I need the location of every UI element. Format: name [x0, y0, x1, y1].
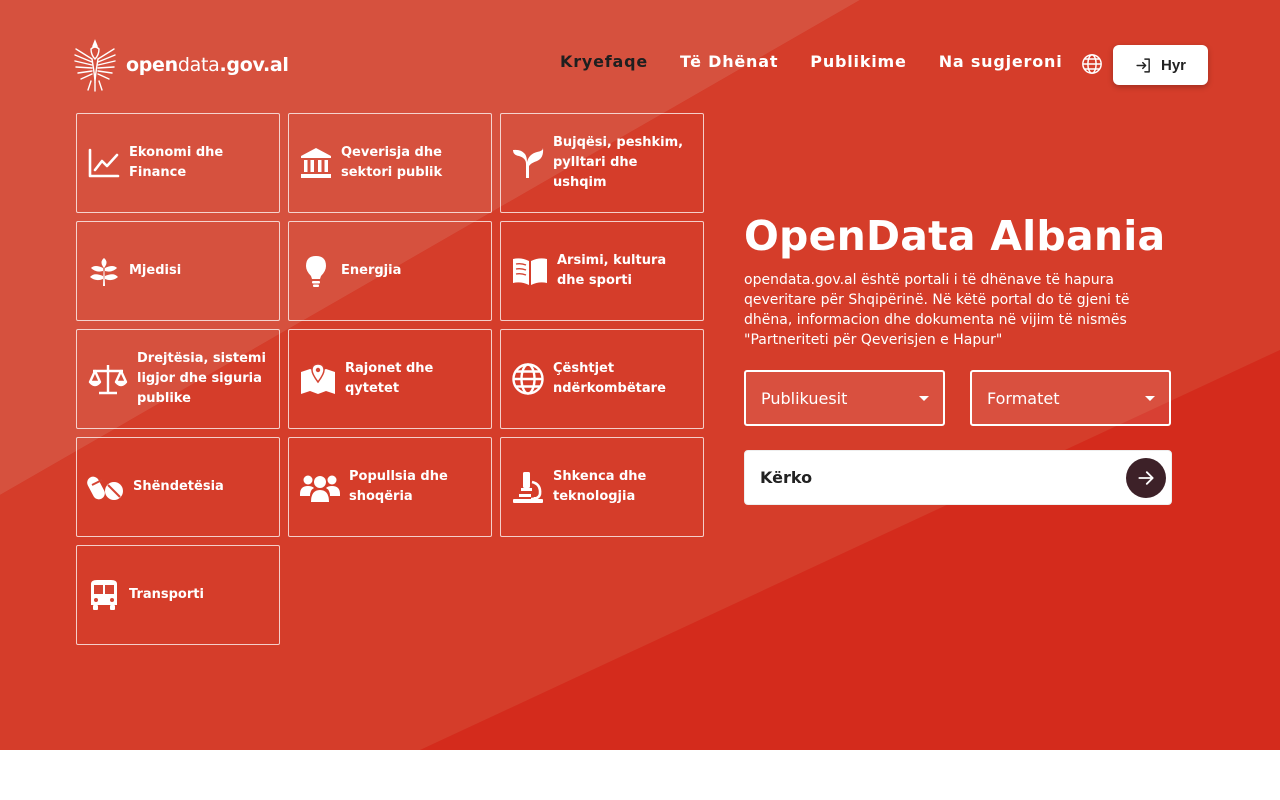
category-label: Qeverisja dhe sektori publik: [341, 145, 443, 180]
users-icon: [300, 475, 340, 502]
category-tile-shendetesia[interactable]: Shëndetësia: [76, 437, 280, 537]
nav-item-te-dhenat[interactable]: Të Dhënat: [680, 52, 778, 71]
category-label: Shëndetësia: [133, 479, 224, 494]
nav-item-publikime[interactable]: Publikime: [810, 52, 906, 71]
search-input[interactable]: [760, 451, 1120, 504]
map-pin-icon: [301, 363, 335, 394]
nav-item-kryefaqe[interactable]: Kryefaqe: [560, 52, 648, 71]
open-book-icon: [513, 258, 547, 285]
category-tile-drejtesia[interactable]: Drejtësia, sistemi ligjor dhe siguria pu…: [76, 329, 280, 429]
portal-description: opendata.gov.al është portali i të dhëna…: [744, 272, 1130, 348]
globe-icon: [512, 363, 544, 395]
category-tile-energjia[interactable]: Energjia: [288, 221, 492, 321]
site-logo[interactable]: opendata.gov.al: [72, 37, 289, 93]
category-label: Drejtësia, sistemi ligjor dhe siguria pu…: [137, 351, 266, 406]
login-button[interactable]: Hyr: [1113, 45, 1208, 85]
logo-wordmark: opendata.gov.al: [126, 54, 289, 76]
page-title: OpenData Albania: [744, 212, 1166, 260]
category-label: Energjia: [341, 263, 402, 278]
category-tile-bujqesi[interactable]: Bujqësi, peshkim, pylltari dhe ushqim: [500, 113, 704, 213]
search-submit-button[interactable]: [1126, 458, 1166, 498]
caret-down-icon: [1145, 396, 1155, 401]
eagle-emblem-icon: [74, 39, 116, 92]
category-tile-ceshtjet[interactable]: Çështjet ndërkombëtare: [500, 329, 704, 429]
arrow-right-icon: [1138, 471, 1154, 485]
category-label: Çështjet ndërkombëtare: [553, 361, 666, 396]
category-label: Shkenca dhe teknologjia: [553, 469, 647, 504]
category-label: Ekonomi dhe Finance: [129, 145, 224, 180]
caret-down-icon: [919, 396, 929, 401]
globe-icon[interactable]: [1081, 53, 1103, 75]
bus-icon: [91, 580, 117, 610]
category-label: Mjedisi: [129, 263, 182, 278]
category-tile-ekonomi[interactable]: Ekonomi dhe Finance: [76, 113, 280, 213]
category-tile-rajonet[interactable]: Rajonet dhe qytetet: [288, 329, 492, 429]
category-label: Bujqësi, peshkim, pylltari dhe ushqim: [553, 135, 684, 190]
formats-select-label: Formatet: [987, 388, 1060, 408]
nav-item-na-sugjeroni[interactable]: Na sugjeroni: [939, 52, 1063, 71]
main-nav: Kryefaqe Të Dhënat Publikime Na sugjeron…: [560, 52, 1095, 71]
category-tile-transporti[interactable]: Transporti: [76, 545, 280, 645]
category-tile-shkenca[interactable]: Shkenca dhe teknologjia: [500, 437, 704, 537]
category-label: Transporti: [129, 587, 204, 602]
hero-section: opendata.gov.al Kryefaqe Të Dhënat Publi…: [0, 0, 1280, 750]
pills-icon: [87, 476, 123, 500]
formats-select[interactable]: Formatet: [970, 370, 1171, 426]
publishers-select-label: Publikuesit: [761, 388, 848, 408]
category-label: Arsimi, kultura dhe sporti: [557, 253, 667, 288]
category-tile-qeverisja[interactable]: Qeverisja dhe sektori publik: [288, 113, 492, 213]
leaf-branch-icon: [90, 258, 118, 286]
scales-icon: [88, 365, 128, 395]
government-building-icon: [301, 148, 331, 178]
category-label: Popullsia dhe shoqëria: [349, 469, 448, 504]
publishers-select[interactable]: Publikuesit: [744, 370, 945, 426]
search-box: [744, 450, 1172, 505]
category-tile-mjedisi[interactable]: Mjedisi: [76, 221, 280, 321]
category-tile-popullsia[interactable]: Popullsia dhe shoqëria: [288, 437, 492, 537]
login-label: Hyr: [1160, 56, 1186, 74]
seedling-icon: [513, 148, 544, 178]
chart-line-icon: [88, 148, 120, 178]
login-icon: [1136, 57, 1150, 73]
category-label: Rajonet dhe qytetet: [345, 361, 434, 396]
microscope-icon: [513, 472, 543, 503]
category-tile-arsimi[interactable]: Arsimi, kultura dhe sporti: [500, 221, 704, 321]
lightbulb-icon: [306, 256, 326, 287]
